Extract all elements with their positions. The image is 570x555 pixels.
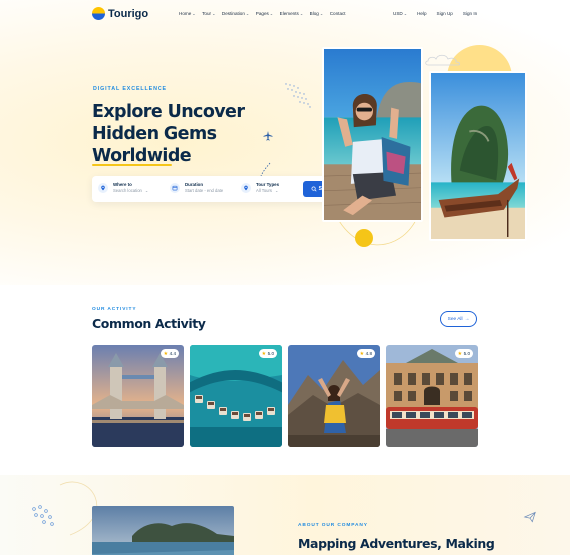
activity-image: [386, 345, 478, 447]
help-link[interactable]: Help: [417, 11, 426, 16]
activity-image: [190, 345, 282, 447]
chevron-down-icon: ⌄: [269, 11, 274, 16]
logo-sun-icon: [92, 7, 105, 20]
tour-type-field[interactable]: Tour Types All Tours ⌄: [241, 182, 279, 194]
rating-badge: ★ 4.4: [160, 349, 179, 358]
star-icon: ★: [457, 350, 463, 357]
common-activity-section: OUR ACTIVITY Common Activity See All → ★…: [0, 285, 570, 475]
activity-image: [92, 345, 184, 447]
activity-card-mountain-hike[interactable]: ★ 4.8: [288, 345, 380, 447]
nav-home[interactable]: Home⌄: [179, 11, 196, 16]
location-pin-icon: [98, 183, 108, 193]
nav-pages[interactable]: Pages⌄: [256, 11, 273, 16]
star-icon: ★: [359, 350, 365, 357]
see-all-label: See All: [447, 316, 463, 322]
chevron-down-icon: ⌄: [403, 11, 408, 16]
sign-in-link[interactable]: Sign In: [463, 11, 477, 16]
cloud-decoration: [425, 54, 461, 66]
chevron-down-icon: ⌄: [319, 11, 324, 16]
location-pin-icon: [241, 183, 251, 193]
where-field[interactable]: Where to Search location ⌄: [98, 182, 148, 194]
about-photo-coast: [92, 506, 234, 555]
chevron-down-icon: ⌄: [212, 11, 216, 16]
duration-value: Start date - end date: [185, 188, 224, 193]
activity-eyebrow: OUR ACTIVITY: [92, 307, 137, 312]
search-icon: [311, 186, 317, 192]
rating-badge: ★ 5.0: [454, 349, 473, 358]
chevron-down-icon: ⌄: [245, 11, 250, 16]
tour-search-bar: Where to Search location ⌄ Duration Start…: [92, 176, 346, 202]
brand-logo[interactable]: Tourigo: [92, 7, 148, 20]
hero-photo-island-boat: [429, 71, 527, 241]
chevron-down-icon: ⌄: [274, 188, 279, 193]
sun-dot-decoration: [355, 229, 373, 247]
main-nav: Home⌄ Tour⌄ Destination⌄ Pages⌄ Elements…: [179, 11, 352, 16]
chevron-down-icon: ⌄: [299, 11, 304, 16]
where-value: Search location ⌄: [113, 188, 149, 193]
activity-image: [288, 345, 380, 447]
hero-section: Tourigo Home⌄ Tour⌄ Destination⌄ Pages⌄ …: [0, 0, 570, 285]
airplane-icon: [263, 131, 273, 141]
see-all-button[interactable]: See All →: [440, 311, 477, 327]
nav-utilities: USD⌄ Help Sign Up Sign In: [393, 11, 487, 16]
currency-selector[interactable]: USD⌄: [393, 11, 407, 16]
nav-blog[interactable]: Blog⌄: [310, 11, 324, 16]
hero-title-line-2: Hidden Gems: [92, 124, 217, 144]
activity-card-city-tram[interactable]: ★ 5.0: [386, 345, 478, 447]
nav-elements[interactable]: Elements⌄: [280, 11, 304, 16]
activity-title: Common Activity: [92, 316, 206, 331]
airplane-outline-icon: [523, 511, 536, 523]
activity-card-tower-bridge[interactable]: ★ 4.4: [92, 345, 184, 447]
about-section: ABOUT OUR COMPANY Mapping Adventures, Ma…: [0, 475, 570, 555]
hero-eyebrow: DIGITAL EXCELLENCE: [93, 86, 167, 92]
hero-title-line-1: Explore Uncover: [92, 102, 245, 122]
tour-type-value: All Tours ⌄: [256, 188, 279, 193]
star-icon: ★: [261, 350, 267, 357]
dots-decoration: [285, 83, 311, 108]
arrow-right-icon: →: [464, 316, 470, 322]
chevron-down-icon: ⌄: [144, 188, 149, 193]
rating-badge: ★ 4.8: [356, 349, 375, 358]
sign-up-link[interactable]: Sign Up: [437, 11, 453, 16]
calendar-icon: [170, 183, 180, 193]
hero-photo-traveler: [322, 47, 423, 222]
chevron-down-icon: ⌄: [192, 11, 196, 16]
brand-name: Tourigo: [108, 7, 149, 20]
star-icon: ★: [163, 350, 169, 357]
hero-title-line-3: Worldwide: [92, 146, 192, 166]
about-eyebrow: ABOUT OUR COMPANY: [298, 523, 368, 528]
rating-badge: ★ 5.0: [258, 349, 277, 358]
nav-tour[interactable]: Tour⌄: [202, 11, 215, 16]
duration-field[interactable]: Duration Start date - end date: [170, 182, 223, 194]
nav-destination[interactable]: Destination⌄: [222, 11, 249, 16]
nav-contact[interactable]: Contact: [330, 11, 346, 16]
circles-decoration: [32, 505, 54, 526]
activity-card-water-villas[interactable]: ★ 5.0: [190, 345, 282, 447]
about-title: Mapping Adventures, Making: [298, 536, 495, 551]
top-navbar: Tourigo Home⌄ Tour⌄ Destination⌄ Pages⌄ …: [0, 0, 570, 28]
